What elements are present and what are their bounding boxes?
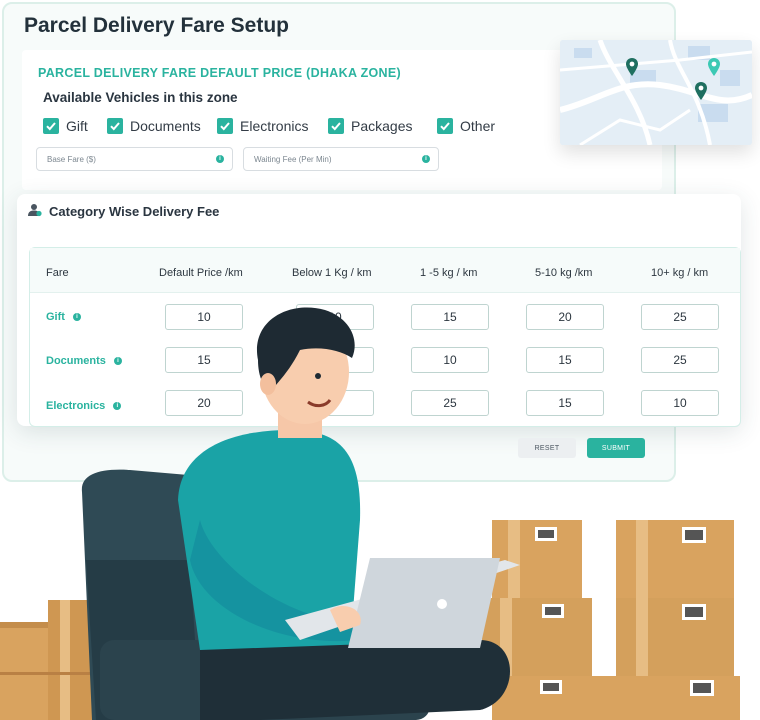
delivery-illustration: [0, 307, 740, 720]
parcel-box-stack-right: [482, 520, 740, 720]
person-illustration: [178, 307, 520, 720]
